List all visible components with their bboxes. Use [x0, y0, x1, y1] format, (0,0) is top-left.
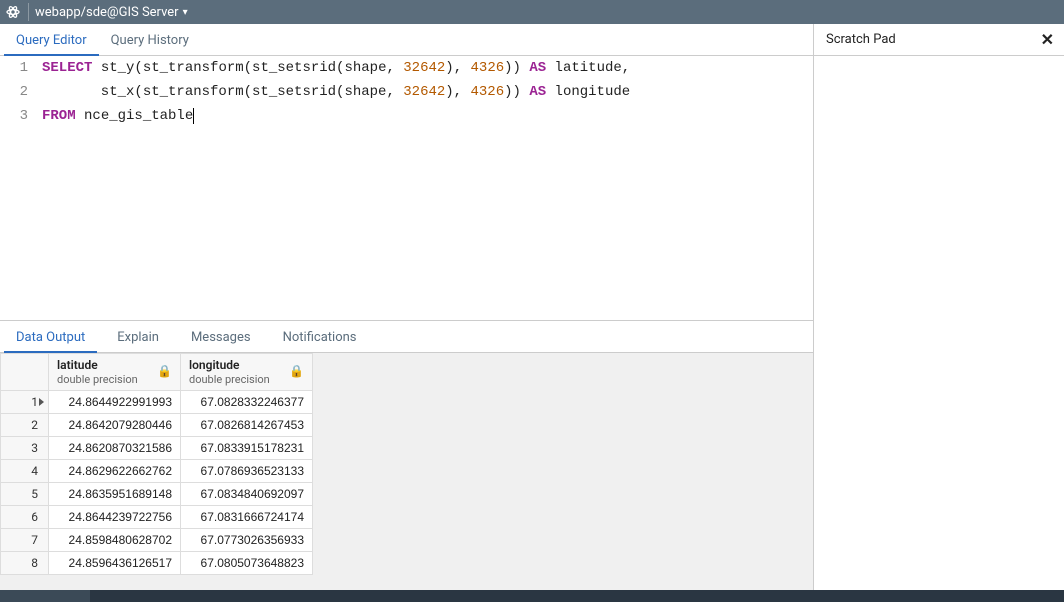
status-bar: [0, 590, 1064, 602]
table-row[interactable]: 424.862962266276267.0786936523133: [1, 460, 313, 483]
cell-latitude[interactable]: 24.8629622662762: [49, 460, 181, 483]
separator: [28, 3, 29, 21]
table-row[interactable]: 224.864207928044667.0826814267453: [1, 414, 313, 437]
code-area[interactable]: SELECT st_y(st_transform(st_setsrid(shap…: [38, 56, 813, 320]
results-grid[interactable]: latitude double precision 🔒 longitude do…: [0, 353, 813, 590]
editor-tabs: Query Editor Query History: [0, 24, 813, 56]
cell-longitude[interactable]: 67.0833915178231: [181, 437, 313, 460]
table-row[interactable]: 724.859848062870267.0773026356933: [1, 529, 313, 552]
title-bar: webapp/sde@GIS Server ▾: [0, 0, 1064, 24]
tab-explain[interactable]: Explain: [105, 324, 171, 352]
tab-query-editor[interactable]: Query Editor: [4, 27, 99, 55]
sql-editor[interactable]: 1 2 3 SELECT st_y(st_transform(st_setsri…: [0, 56, 813, 320]
connection-label[interactable]: webapp/sde@GIS Server: [35, 5, 179, 20]
cell-longitude[interactable]: 67.0826814267453: [181, 414, 313, 437]
lock-icon: 🔒: [289, 364, 304, 378]
row-number[interactable]: 3: [1, 437, 49, 460]
tab-messages[interactable]: Messages: [179, 324, 263, 352]
cell-longitude[interactable]: 67.0773026356933: [181, 529, 313, 552]
cell-latitude[interactable]: 24.8642079280446: [49, 414, 181, 437]
chevron-down-icon[interactable]: ▾: [183, 7, 188, 18]
row-number[interactable]: 7: [1, 529, 49, 552]
cell-latitude[interactable]: 24.8620870321586: [49, 437, 181, 460]
row-number[interactable]: 6: [1, 506, 49, 529]
table-row[interactable]: 624.864423972275667.0831666724174: [1, 506, 313, 529]
row-number[interactable]: 1: [1, 391, 49, 414]
row-number[interactable]: 5: [1, 483, 49, 506]
app-icon: [4, 3, 22, 21]
table-row[interactable]: 524.863595168914867.0834840692097: [1, 483, 313, 506]
cell-latitude[interactable]: 24.8596436126517: [49, 552, 181, 575]
table-row[interactable]: 124.864492299199367.0828332246377: [1, 391, 313, 414]
tab-data-output[interactable]: Data Output: [4, 324, 97, 352]
scratch-pad-panel: Scratch Pad ✕: [814, 24, 1064, 590]
cell-longitude[interactable]: 67.0805073648823: [181, 552, 313, 575]
column-header-latitude[interactable]: latitude double precision 🔒: [49, 354, 181, 391]
row-number[interactable]: 8: [1, 552, 49, 575]
close-icon[interactable]: ✕: [1041, 30, 1054, 49]
cell-latitude[interactable]: 24.8644239722756: [49, 506, 181, 529]
row-number-header: [1, 354, 49, 391]
tab-notifications[interactable]: Notifications: [271, 324, 369, 352]
row-number[interactable]: 4: [1, 460, 49, 483]
scratch-pad-title: Scratch Pad: [826, 32, 896, 47]
tab-query-history[interactable]: Query History: [99, 27, 201, 55]
cell-longitude[interactable]: 67.0834840692097: [181, 483, 313, 506]
cell-latitude[interactable]: 24.8635951689148: [49, 483, 181, 506]
column-header-longitude[interactable]: longitude double precision 🔒: [181, 354, 313, 391]
results-panel: Data Output Explain Messages Notificatio…: [0, 320, 813, 590]
cell-longitude[interactable]: 67.0786936523133: [181, 460, 313, 483]
results-tabs: Data Output Explain Messages Notificatio…: [0, 321, 813, 353]
cell-latitude[interactable]: 24.8598480628702: [49, 529, 181, 552]
line-gutter: 1 2 3: [0, 56, 38, 320]
cell-longitude[interactable]: 67.0831666724174: [181, 506, 313, 529]
table-row[interactable]: 824.859643612651767.0805073648823: [1, 552, 313, 575]
cell-longitude[interactable]: 67.0828332246377: [181, 391, 313, 414]
cell-latitude[interactable]: 24.8644922991993: [49, 391, 181, 414]
lock-icon: 🔒: [157, 364, 172, 378]
table-row[interactable]: 324.862087032158667.0833915178231: [1, 437, 313, 460]
row-number[interactable]: 2: [1, 414, 49, 437]
